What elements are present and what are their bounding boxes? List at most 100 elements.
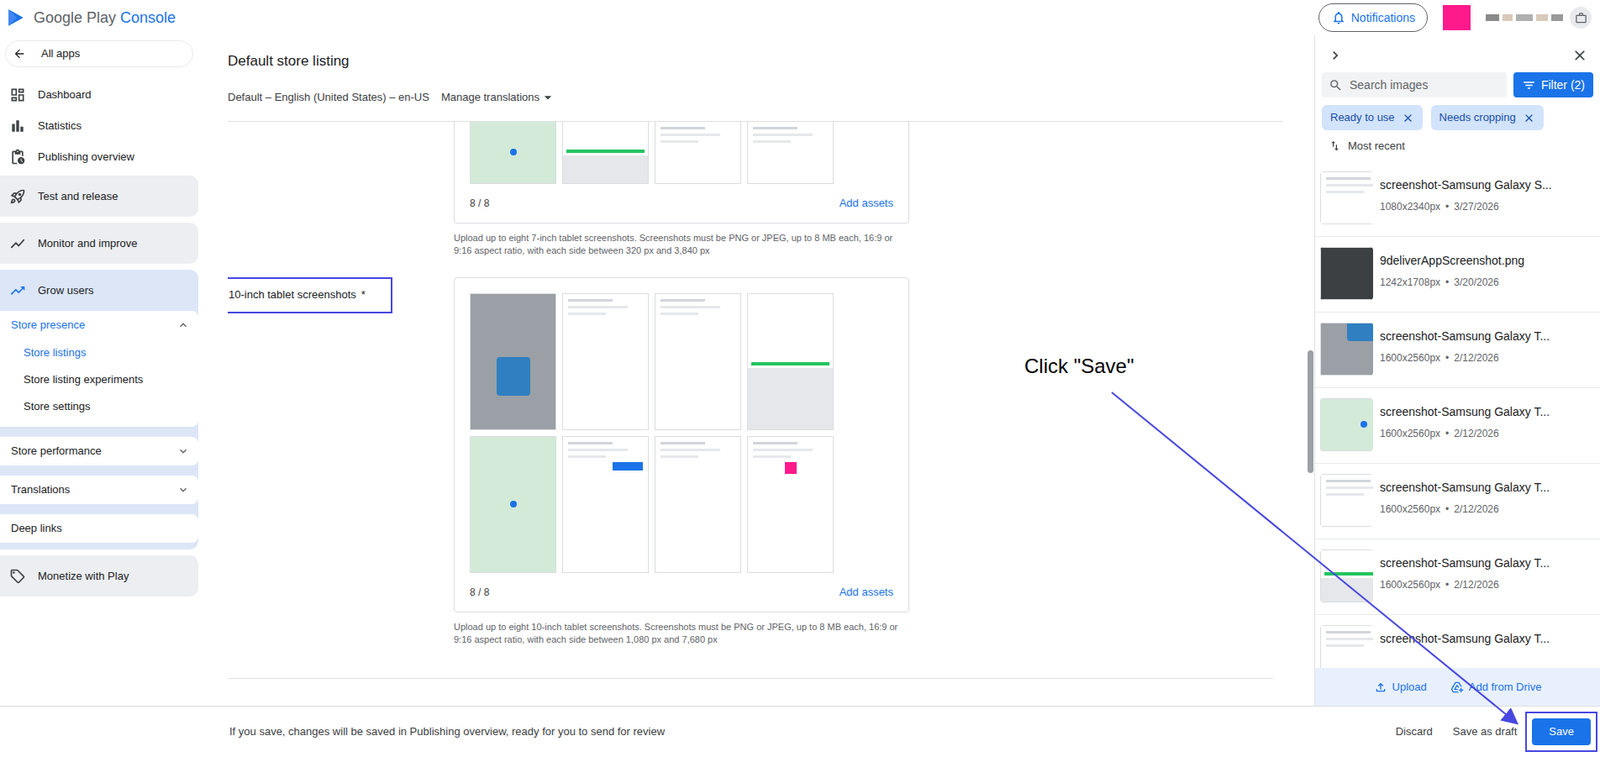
save-button[interactable]: Save	[1531, 718, 1591, 746]
screenshot-thumbnail[interactable]	[562, 121, 649, 185]
sidebar-subgroup[interactable]: Store presenceStore listingsStore listin…	[0, 310, 199, 427]
upload-icon	[1373, 680, 1388, 695]
sidebar-group[interactable]: Test and release	[0, 175, 199, 217]
sidebar-subitem[interactable]: Store listings	[0, 339, 199, 367]
sort-icon	[1328, 139, 1342, 153]
sidebar-subitem[interactable]: Store settings	[0, 393, 199, 421]
add-assets-button[interactable]: Add assets	[839, 194, 894, 212]
screenshot-thumbnail[interactable]	[1320, 322, 1374, 376]
save-highlight: Save	[1525, 711, 1598, 753]
dropdown-arrow-icon	[539, 89, 557, 106]
sidebar-subgroup[interactable]: Deep links	[0, 514, 199, 543]
screenshot-thumbnail[interactable]	[1320, 549, 1374, 603]
screenshot-thumbnail[interactable]	[469, 293, 557, 431]
developer-account-button[interactable]	[1569, 6, 1592, 29]
screenshot-thumbnail[interactable]	[1320, 398, 1374, 452]
sort-control[interactable]: Most recent	[1315, 130, 1600, 162]
logo-text[interactable]: Google PlayConsole	[33, 6, 176, 30]
image-item[interactable]: screenshot-Samsung Galaxy T...1600x2560p…	[1315, 312, 1600, 389]
image-item[interactable]: screenshot-Samsung Galaxy T...1600x2560p…	[1315, 539, 1600, 616]
sidebar-group-header[interactable]: Grow users	[0, 269, 199, 311]
screenshot-thumbnail[interactable]	[562, 293, 649, 431]
filter-chip[interactable]: Needs cropping	[1431, 105, 1544, 131]
sidebar-subgroup[interactable]: Store performance	[0, 436, 199, 466]
screenshot-thumbnail[interactable]	[1320, 171, 1374, 225]
bell-icon	[1331, 10, 1347, 26]
upload-button[interactable]: Upload	[1373, 678, 1427, 696]
account-name-blur	[1485, 14, 1564, 22]
expand-chevron-icon[interactable]	[176, 444, 190, 458]
manage-translations-dropdown[interactable]: Manage translations	[441, 89, 557, 106]
section-help-text: Upload up to eight 10-inch tablet screen…	[453, 621, 910, 647]
image-meta: 1242x1708px•3/20/2026	[1379, 274, 1525, 290]
sidebar-subgroup[interactable]: Translations	[0, 475, 199, 505]
image-item[interactable]: screenshot-Samsung Galaxy T...	[1315, 615, 1600, 669]
sidebar-group[interactable]: Grow usersStore presenceStore listingsSt…	[0, 269, 199, 550]
screenshot-thumbnail[interactable]	[747, 293, 834, 431]
screenshot-thumbnail[interactable]	[654, 293, 742, 431]
drive-icon	[1450, 680, 1464, 695]
close-panel-icon[interactable]	[1571, 47, 1589, 64]
screenshot-thumbnail[interactable]	[1320, 625, 1374, 669]
collapse-chevron-icon[interactable]	[176, 318, 190, 332]
image-name: 9deliverAppScreenshot.png	[1379, 252, 1525, 270]
screenshot-card: 8 / 8 Add assets	[453, 121, 910, 224]
search-icon	[1328, 78, 1343, 93]
sidebar-group-header[interactable]: Test and release	[0, 175, 199, 217]
sidebar-group-icon	[9, 282, 27, 300]
all-apps-link[interactable]: All apps	[5, 40, 194, 68]
sidebar-group[interactable]: Monitor and improve	[0, 222, 199, 264]
sidebar-group-header[interactable]: Monitor and improve	[0, 222, 199, 264]
sidebar-subitem[interactable]: Store listing experiments	[0, 366, 199, 394]
image-meta: 1600x2560px•2/12/2026	[1379, 577, 1550, 593]
top-bar: Google PlayConsole Notifications	[0, 0, 1600, 36]
asset-count: 8 / 8	[469, 195, 490, 211]
save-as-draft-button[interactable]: Save as draft	[1452, 723, 1518, 741]
screenshot-thumbnail[interactable]	[469, 436, 557, 574]
screenshot-thumbnail[interactable]	[747, 436, 834, 574]
sidebar-group-header[interactable]: Monetize with Play	[0, 555, 199, 597]
image-meta: 1080x2340px•3/27/2026	[1379, 199, 1553, 215]
screenshot-thumbnail[interactable]	[654, 436, 742, 574]
search-images-field[interactable]: Search images	[1321, 72, 1507, 98]
sidebar-item[interactable]: Dashboard	[0, 82, 199, 108]
discard-button[interactable]: Discard	[1395, 723, 1433, 741]
image-name: screenshot-Samsung Galaxy S...	[1379, 176, 1553, 195]
expand-panel-icon[interactable]	[1326, 47, 1344, 64]
image-item[interactable]: screenshot-Samsung Galaxy T...1600x2560p…	[1315, 388, 1600, 464]
remove-chip-icon[interactable]	[1522, 111, 1536, 125]
sidebar: All apps Dashboard Statistics Publishing ov…	[0, 35, 205, 706]
main-scrollbar[interactable]	[1305, 35, 1315, 706]
screenshot-thumbnail[interactable]	[1320, 473, 1374, 527]
add-from-drive-button[interactable]: Add from Drive	[1450, 678, 1543, 696]
sidebar-item-icon	[9, 86, 27, 104]
screenshot-thumbnail[interactable]	[747, 121, 834, 185]
sidebar-group-icon	[9, 568, 27, 585]
account-avatar[interactable]	[1442, 5, 1471, 31]
screenshot-thumbnail[interactable]	[1320, 247, 1374, 300]
image-name: screenshot-Samsung Galaxy T...	[1379, 478, 1550, 497]
play-logo-icon[interactable]	[5, 6, 27, 29]
sidebar-item-icon	[9, 148, 27, 166]
language-label: Default – English (United States) – en-U…	[227, 89, 430, 106]
asset-library-panel: Search imagesFilter (2) Ready to use Needs…	[1314, 35, 1600, 706]
screenshot-thumbnail[interactable]	[654, 121, 742, 185]
filter-button[interactable]: Filter (2)	[1513, 72, 1594, 98]
remove-chip-icon[interactable]	[1401, 111, 1415, 125]
image-item[interactable]: screenshot-Samsung Galaxy T... 1600x2560p…	[1315, 463, 1600, 540]
image-item[interactable]: 9deliverAppScreenshot.png 1242x1708px•3/2…	[1315, 236, 1600, 313]
notifications-button[interactable]: Notifications	[1318, 3, 1428, 32]
screenshot-thumbnail[interactable]	[562, 436, 649, 574]
add-assets-button[interactable]: Add assets	[839, 584, 894, 601]
screenshot-card: 8 / 8Add assets	[453, 277, 910, 613]
sidebar-item[interactable]: Statistics	[0, 113, 199, 139]
body: All apps Dashboard Statistics Publishing ov…	[0, 35, 1600, 706]
image-meta: 1600x2560px•2/12/2026	[1379, 501, 1550, 517]
back-arrow-icon	[12, 47, 27, 61]
screenshot-thumbnail[interactable]	[469, 121, 557, 185]
sidebar-item[interactable]: Publishing overview	[0, 144, 199, 170]
sidebar-group[interactable]: Monetize with Play	[0, 555, 199, 597]
image-item[interactable]: screenshot-Samsung Galaxy S... 1080x2340p…	[1315, 161, 1600, 237]
expand-chevron-icon[interactable]	[176, 483, 190, 497]
filter-chip[interactable]: Ready to use	[1321, 105, 1423, 131]
